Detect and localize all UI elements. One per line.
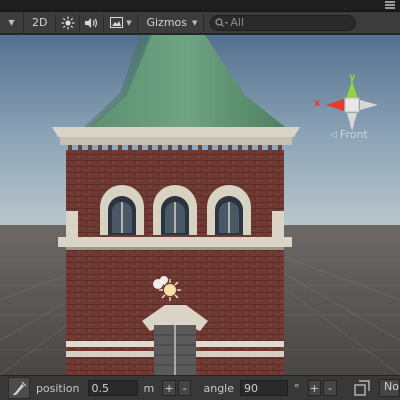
front-view-label: Front [339,128,368,141]
sun-icon [61,16,75,29]
brush-icon [12,381,27,395]
window-top-strip [0,0,400,12]
search-field[interactable] [210,14,357,31]
snap-square-icon [354,380,370,396]
chevron-down-icon: ▼ [192,18,198,27]
audio-toggle-button[interactable] [80,13,105,32]
axis-gizmo-icon [326,81,378,131]
scene-toolbar: ▼ 2D ▼ Gizmos ▼ [0,11,400,34]
position-label: position [35,381,80,395]
scene-viewport[interactable]: y x ◁ Front [0,35,400,375]
position-unit-label: m [143,381,155,395]
x-axis-cone [326,99,344,111]
speaker-icon [85,17,98,28]
axis-y-label: y [349,72,356,83]
search-icon [215,17,229,27]
position-input[interactable] [87,380,138,396]
draw-mode-dropdown[interactable]: ▼ [0,11,24,34]
lighting-toggle-button[interactable] [56,13,81,32]
angle-decrement-button[interactable]: - [323,380,337,396]
angle-label: angle [203,381,235,395]
bottom-tool-bar: position m + - angle ° + - No [0,375,400,400]
angle-unit-label: ° [294,381,300,395]
snap-toggle-button[interactable] [353,379,371,397]
axis-x-label: x [314,98,321,109]
view-orientation-label[interactable]: ◁ Front [330,128,368,141]
view-mode-2d-button[interactable]: 2D [24,13,57,32]
effects-toggle-button[interactable]: ▼ [104,13,139,32]
position-decrement-button[interactable]: - [177,380,192,396]
image-effects-icon [110,17,124,28]
upper-windows [100,185,251,235]
angle-input[interactable] [240,380,289,396]
orientation-gizmo[interactable]: y x [310,72,390,175]
search-input[interactable] [230,16,351,29]
arrow-left-icon: ◁ [330,129,337,140]
trailing-dropdown[interactable]: No [379,379,400,397]
y-axis-cone [346,81,358,99]
edit-tool-button[interactable] [8,377,30,399]
gizmos-label: Gizmos [146,16,187,29]
position-increment-button[interactable]: + [162,380,176,396]
chevron-down-icon: ▼ [126,18,132,27]
panel-menu-icon[interactable] [385,1,395,10]
angle-increment-button[interactable]: + [307,380,322,396]
gizmos-dropdown[interactable]: Gizmos ▼ [138,13,205,32]
